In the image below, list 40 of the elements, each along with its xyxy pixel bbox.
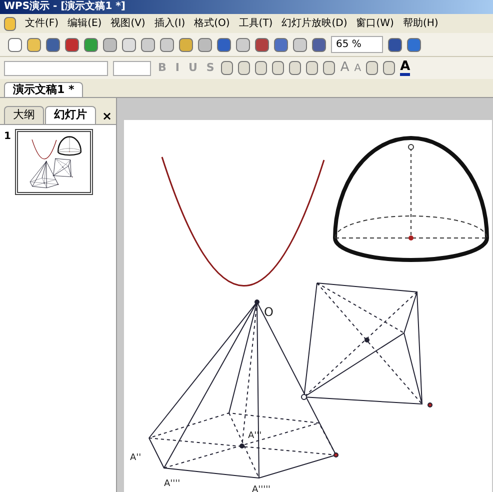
menu-item[interactable]: 格式(O) — [194, 16, 230, 31]
menu-item[interactable]: 编辑(E) — [68, 16, 102, 31]
point-label: A''''' — [252, 485, 271, 492]
window-title: WPS演示 - [演示文稿1 *] — [4, 2, 126, 12]
toolbar-icon[interactable] — [141, 38, 155, 52]
menu-item[interactable]: 插入(I) — [154, 16, 186, 31]
size-dropdown[interactable] — [113, 60, 151, 76]
font-color-button[interactable]: A — [400, 60, 410, 76]
document-tab[interactable]: 演示文稿1 * — [4, 82, 84, 97]
slide-number: 1 — [4, 130, 11, 144]
font-dropdown[interactable] — [4, 60, 108, 76]
close-button[interactable]: × — [102, 110, 112, 124]
toolbar-icon[interactable] — [122, 38, 136, 52]
menu-item[interactable]: 帮助(H) — [402, 16, 438, 31]
toolbar-icon[interactable] — [160, 38, 174, 52]
menu-item[interactable]: 文件(F) — [25, 16, 59, 31]
toolbar-icon[interactable] — [84, 38, 98, 52]
menu-item[interactable]: 工具(T) — [238, 16, 273, 31]
toolbar-icon[interactable] — [8, 38, 22, 52]
toolbar-icon[interactable] — [198, 38, 212, 52]
pane-tab[interactable]: 大纲 — [4, 106, 44, 124]
toolbar-icon[interactable] — [27, 38, 41, 52]
menu-item[interactable]: 窗口(W) — [356, 16, 394, 31]
toolbar-icon[interactable] — [312, 38, 326, 52]
toolbar-icon[interactable] — [274, 38, 288, 52]
toolbar-icon[interactable] — [217, 38, 231, 52]
toolbar-icon[interactable] — [236, 38, 250, 52]
point-label: A'' — [130, 453, 142, 463]
menu-item[interactable]: 视图(V) — [110, 16, 146, 31]
point-label: A'''' — [164, 479, 180, 489]
point-label: O — [264, 305, 274, 319]
toolbar-icon[interactable] — [46, 38, 60, 52]
toolbar-icon[interactable] — [293, 38, 307, 52]
menu-item[interactable]: 幻灯片放映(D) — [282, 16, 348, 31]
zoom-field[interactable]: 65 % — [331, 36, 383, 53]
pane-tab[interactable]: 幻灯片 — [45, 106, 96, 124]
toolbar-icon[interactable] — [103, 38, 117, 52]
toolbar-icon[interactable] — [65, 38, 79, 52]
toolbar-icon[interactable] — [179, 38, 193, 52]
toolbar-icon[interactable] — [255, 38, 269, 52]
